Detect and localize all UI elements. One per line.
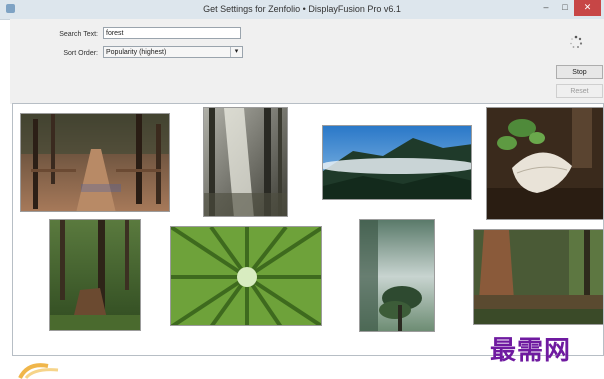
window-title: Get Settings for Zenfolio • DisplayFusio… — [203, 4, 401, 14]
thumbnail-tree-stump-forest[interactable] — [49, 219, 141, 331]
thumbnail-forest-path-bridge[interactable] — [20, 113, 170, 212]
maximize-button[interactable]: □ — [556, 0, 574, 16]
sort-order-value: Popularity (highest) — [106, 49, 167, 56]
search-text-label: Search Text: — [59, 31, 98, 38]
thumbnail-redwood-trunk[interactable] — [473, 229, 603, 325]
sort-order-label: Sort Order: — [63, 50, 98, 57]
search-input[interactable]: forest — [103, 27, 241, 39]
thumbnail-sunbeam-forest[interactable] — [203, 107, 288, 217]
title-bar: Get Settings for Zenfolio • DisplayFusio… — [0, 0, 604, 20]
thumbnail-bamboo-canopy[interactable] — [170, 226, 322, 326]
thumbnail-misty-tree[interactable] — [359, 219, 435, 332]
thumbnail-mushroom-closeup[interactable] — [486, 107, 603, 220]
stop-button[interactable]: Stop — [556, 65, 603, 79]
close-button[interactable]: ✕ — [574, 0, 601, 16]
results-grid — [12, 103, 604, 356]
loading-spinner-icon — [570, 35, 583, 48]
minimize-button[interactable]: – — [537, 0, 555, 16]
sort-order-select[interactable]: Popularity (highest) ▾ — [103, 46, 243, 58]
watermark-text: 最需网 — [490, 336, 572, 366]
chevron-down-icon: ▾ — [230, 47, 242, 57]
logo-swirl-icon — [18, 363, 59, 379]
settings-panel: Search Text: forest Sort Order: Populari… — [10, 19, 604, 104]
thumbnail-misty-mountains[interactable] — [322, 125, 472, 200]
reset-button[interactable]: Reset — [556, 84, 603, 98]
